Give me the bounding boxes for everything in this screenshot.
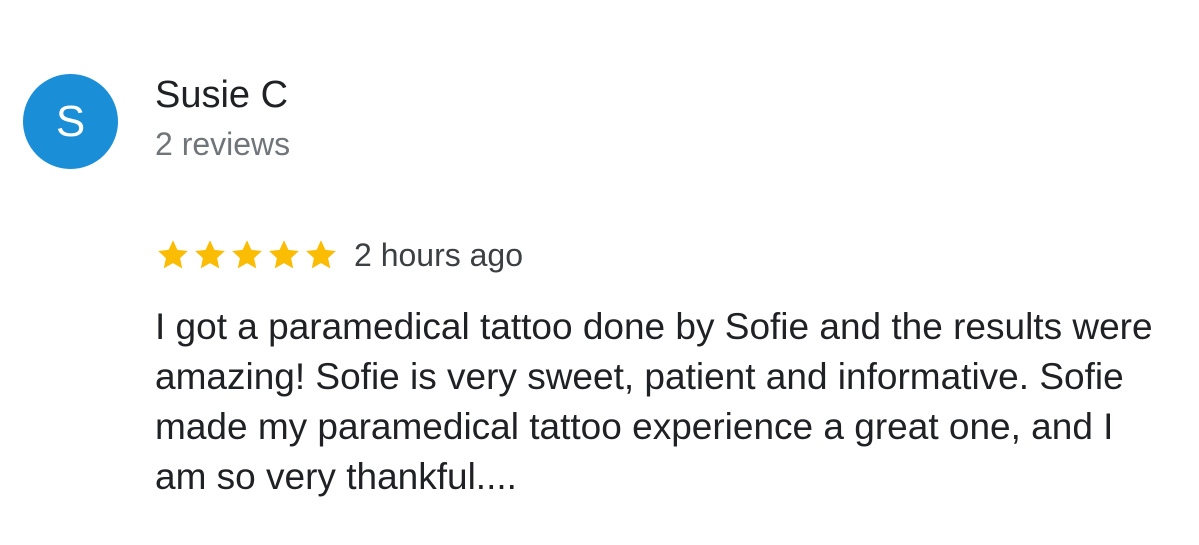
star-icon bbox=[266, 237, 302, 273]
star-icon bbox=[155, 237, 191, 273]
avatar-initial: S bbox=[55, 96, 86, 146]
avatar[interactable]: S bbox=[23, 74, 118, 169]
review-card: S Susie C 2 reviews 2 hours ago I got a … bbox=[0, 0, 1199, 545]
star-icon bbox=[303, 237, 339, 273]
review-text: I got a paramedical tattoo done by Sofie… bbox=[155, 306, 1153, 497]
star-rating bbox=[155, 237, 340, 273]
rating-row: 2 hours ago bbox=[155, 234, 523, 276]
review-time: 2 hours ago bbox=[354, 237, 524, 273]
author-review-count: 2 reviews bbox=[155, 126, 291, 162]
author-block: Susie C 2 reviews bbox=[155, 72, 290, 163]
star-icon bbox=[229, 237, 265, 273]
star-icon bbox=[192, 237, 228, 273]
author-name[interactable]: Susie C bbox=[155, 72, 290, 118]
